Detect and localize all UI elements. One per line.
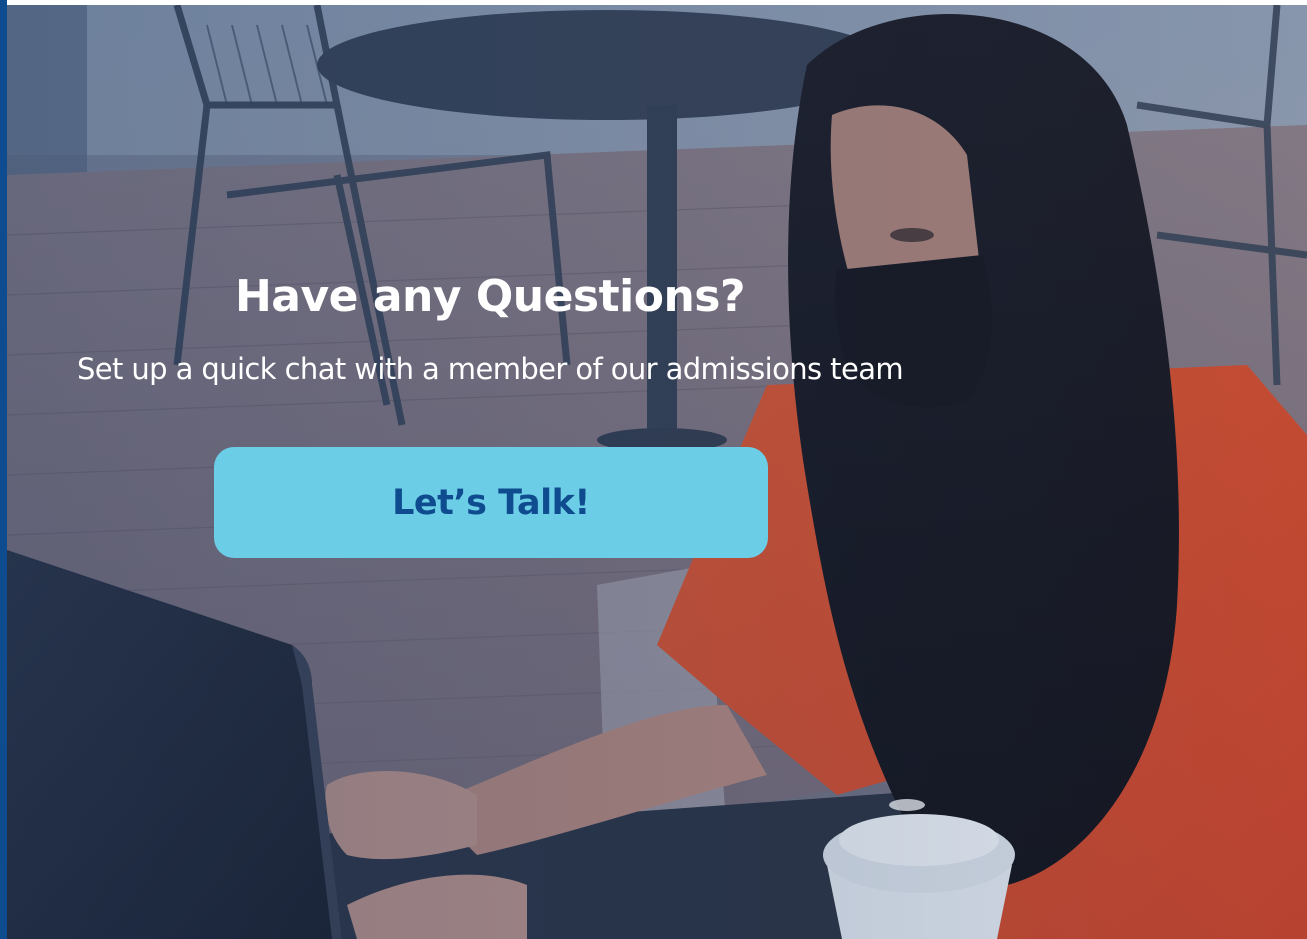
banner-content: Have any Questions? Set up a quick chat … bbox=[0, 0, 980, 939]
contact-banner: Have any Questions? Set up a quick chat … bbox=[0, 0, 1307, 939]
banner-heading: Have any Questions? bbox=[234, 271, 746, 322]
lets-talk-button[interactable]: Let’s Talk! bbox=[214, 447, 768, 558]
banner-subtitle: Set up a quick chat with a member of our… bbox=[76, 352, 904, 386]
